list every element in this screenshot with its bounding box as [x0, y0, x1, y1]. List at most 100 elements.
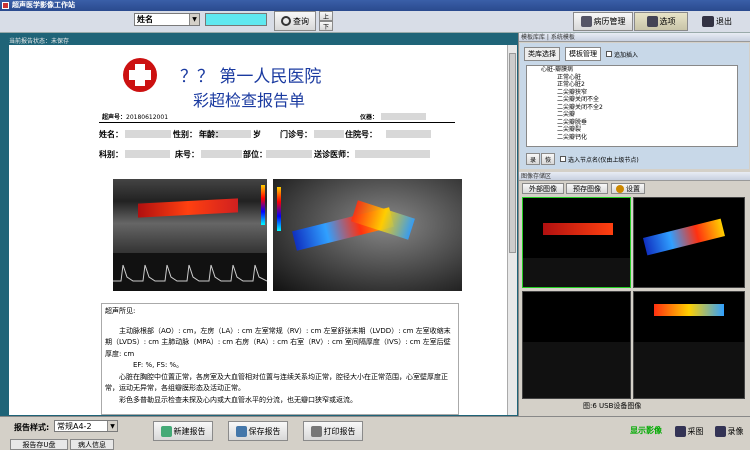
options-button[interactable]: 选项	[634, 12, 688, 31]
tree-item[interactable]: 二尖瓣	[527, 111, 737, 119]
up-button[interactable]: 上	[319, 11, 333, 21]
exit-icon	[702, 16, 714, 27]
field-select-value: 姓名	[137, 15, 153, 24]
title-bar: 超声医学影像工作站	[0, 0, 750, 11]
print-icon	[310, 425, 322, 437]
query-button[interactable]: 查询	[274, 11, 316, 31]
new-report-button[interactable]: 新建报告	[153, 421, 213, 441]
chevron-down-icon[interactable]: ▼	[107, 421, 117, 431]
doctor-field[interactable]	[355, 150, 430, 158]
options-icon	[646, 16, 658, 27]
capture-label: 采图	[687, 426, 704, 436]
right-panel: 模板库库 | 系统模板 类库选择 模板管理 追加插入 心脏-瓣膜病 正常心脏 正…	[518, 33, 750, 416]
inpatient-label: 住院号：	[345, 130, 377, 139]
external-image-button[interactable]: 外部图像	[522, 183, 564, 194]
down-button[interactable]: 下	[319, 21, 333, 31]
search-icon	[281, 16, 291, 26]
findings-title: 超声所见:	[105, 307, 136, 315]
document-scrollbar[interactable]	[507, 45, 517, 415]
tree-item[interactable]: 二尖瓣关闭不全2	[527, 104, 737, 112]
new-report-label: 新建报告	[173, 426, 206, 436]
scroll-thumb[interactable]	[509, 53, 516, 253]
ultrasound-image-2[interactable]	[273, 179, 462, 291]
age-label: 年龄：	[199, 130, 223, 139]
select-parent-checkbox[interactable]	[560, 156, 566, 162]
dept-field[interactable]	[125, 150, 170, 158]
show-image-button[interactable]: 显示影像	[630, 425, 662, 436]
age-field[interactable]	[226, 130, 251, 138]
tree-item[interactable]: 正常心脏	[527, 74, 737, 82]
image-thumbnail[interactable]	[522, 291, 631, 399]
tree-item[interactable]: 二尖瓣脱垂	[527, 119, 737, 127]
save-image-label: 预存图像	[573, 184, 601, 193]
clinic-field[interactable]	[314, 130, 344, 138]
bottom-bar: 报告样式: 常规A4-2 ▼ 新建报告 保存报告 打印报告 显示影像 采图 录像 …	[0, 416, 750, 450]
report-status: 当前报告状态：未保存	[9, 38, 70, 45]
print-report-button[interactable]: 打印报告	[303, 421, 363, 441]
toolbar: 姓名 ▼ 查询 上 下 病历管理 选项 退出	[0, 11, 750, 33]
part-field[interactable]	[266, 150, 312, 158]
save-image-button[interactable]: 预存图像	[566, 183, 608, 194]
image-area-header: 图像存储区	[519, 172, 750, 181]
findings-paragraph: 主动脉根部（AO）: cm，左房（LA）: cm 左室常规（RV）: cm 左室…	[105, 326, 451, 358]
settings-button[interactable]: 设置	[611, 183, 645, 194]
history-button[interactable]: 病历管理	[573, 12, 633, 31]
save-report-button[interactable]: 保存报告	[228, 421, 288, 441]
record-label: 录像	[727, 426, 744, 436]
capture-button[interactable]: 采图	[672, 421, 706, 441]
tab-patient-info[interactable]: 病人信息	[70, 439, 114, 450]
app-icon	[2, 2, 9, 9]
tree-item[interactable]: 心脏-瓣膜病	[527, 66, 737, 74]
age-unit: 岁	[253, 130, 261, 139]
settings-label: 设置	[626, 184, 640, 193]
findings-box[interactable]: 超声所见: 主动脉根部（AO）: cm，左房（LA）: cm 左室常规（RV）:…	[101, 303, 459, 415]
image-thumbnail[interactable]	[633, 197, 745, 288]
name-field[interactable]	[125, 130, 171, 138]
exit-label: 退出	[716, 17, 732, 26]
field-select[interactable]: 姓名 ▼	[134, 13, 200, 26]
image-thumbnail[interactable]	[522, 197, 631, 288]
tree-item[interactable]: 二尖瓣关闭不全	[527, 96, 737, 104]
bed-field[interactable]	[201, 150, 242, 158]
tab-library[interactable]: 类库选择	[524, 47, 560, 61]
book-icon	[580, 16, 592, 27]
append-checkbox[interactable]	[606, 51, 612, 57]
image-thumbnail[interactable]	[633, 291, 745, 399]
template-lib-header: 模板库库 | 系统模板	[519, 33, 750, 42]
bed-label: 床号：	[175, 150, 199, 159]
style-label: 报告样式:	[14, 423, 50, 432]
inpatient-field[interactable]	[386, 130, 431, 138]
new-report-icon	[160, 425, 172, 437]
gear-icon	[616, 184, 624, 193]
history-label: 病历管理	[593, 17, 626, 26]
report-document: ？？ 第一人民医院 彩超检查报告单 超声号：20180612001 仪器： 姓名…	[9, 45, 507, 415]
ultrasound-image-1[interactable]	[113, 179, 267, 291]
record-button[interactable]: 录像	[711, 421, 747, 441]
append-label: 追加插入	[614, 52, 639, 59]
tab-usb-save[interactable]: 报告存U盘	[10, 439, 68, 450]
style-select-value: 常规A4-2	[57, 422, 92, 431]
divider	[99, 122, 455, 123]
search-input[interactable]	[205, 13, 267, 26]
chevron-down-icon[interactable]: ▼	[189, 14, 199, 25]
exit-button[interactable]: 退出	[692, 12, 742, 31]
style-select[interactable]: 常规A4-2 ▼	[54, 420, 118, 432]
reset-button[interactable]: 恢	[541, 153, 555, 165]
video-icon	[714, 425, 726, 437]
select-parent-label: 选入节点名(仅由上级节点)	[568, 157, 639, 164]
options-label: 选项	[659, 17, 676, 26]
doppler-waveform	[113, 264, 267, 282]
tree-item[interactable]: 正常心脏2	[527, 81, 737, 89]
template-tree[interactable]: 心脏-瓣膜病 正常心脏 正常心脏2 二尖瓣狭窄 二尖瓣关闭不全 二尖瓣关闭不全2…	[526, 65, 738, 147]
load-button[interactable]: 录	[526, 153, 540, 165]
doctor-label: 送诊医师：	[314, 150, 354, 159]
hospital-logo-icon	[123, 58, 157, 92]
hospital-name: ？？ 第一人民医院	[180, 67, 322, 87]
tab-template-manage[interactable]: 模板管理	[565, 47, 601, 61]
tree-item[interactable]: 二尖瓣钙化	[527, 134, 737, 142]
tree-item[interactable]: 二尖瓣狭窄	[527, 89, 737, 97]
device-field[interactable]	[381, 113, 426, 120]
device-label: 仪器：	[360, 114, 379, 121]
app-title: 超声医学影像工作站	[12, 1, 75, 9]
tree-item[interactable]: 二尖瓣裂	[527, 126, 737, 134]
